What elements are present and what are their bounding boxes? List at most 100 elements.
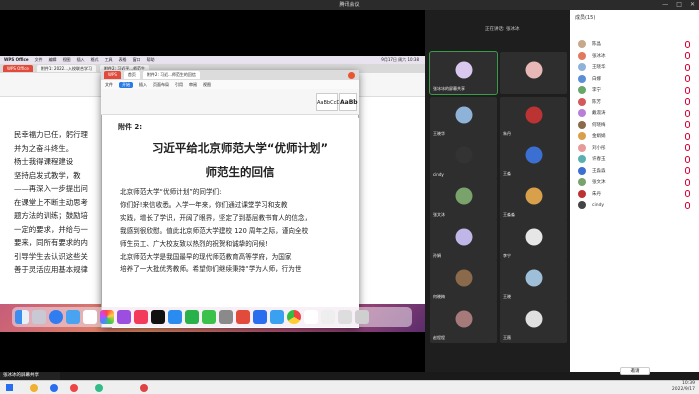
- document-icon[interactable]: [338, 310, 352, 324]
- member-row[interactable]: 许春玉: [578, 153, 696, 165]
- video-tile[interactable]: 何晓梅: [430, 260, 497, 302]
- podcasts-icon[interactable]: [117, 310, 131, 324]
- app-taskbar-icon[interactable]: [70, 384, 78, 392]
- member-row[interactable]: 刘小彤: [578, 142, 696, 154]
- mic-muted-icon[interactable]: [685, 132, 690, 140]
- video-tile[interactable]: 王晓华: [430, 97, 497, 139]
- mic-muted-icon[interactable]: [685, 155, 690, 163]
- video-tile[interactable]: 王晓: [500, 260, 567, 302]
- video-tile[interactable]: cindy: [430, 137, 497, 179]
- menubar-item[interactable]: 编辑: [49, 56, 57, 64]
- wechat-icon[interactable]: [185, 310, 199, 324]
- member-row[interactable]: 张文沐: [578, 176, 696, 188]
- member-row[interactable]: 李宁: [578, 84, 696, 96]
- member-row[interactable]: 陈晶: [578, 38, 696, 50]
- meeting-taskbar-icon[interactable]: [50, 384, 58, 392]
- video-tile[interactable]: 李宁: [500, 219, 567, 261]
- menu-file[interactable]: 文件: [105, 82, 113, 88]
- video-tile[interactable]: 张文沐: [430, 178, 497, 220]
- menubar-item[interactable]: WPS Office: [4, 56, 29, 64]
- video-tile[interactable]: 张冰冰的屏幕共享: [429, 51, 498, 95]
- close-icon[interactable]: [348, 71, 355, 79]
- tv-icon[interactable]: [151, 310, 165, 324]
- member-row[interactable]: 金娟娟: [578, 130, 696, 142]
- menubar-item[interactable]: 表格: [119, 56, 127, 64]
- menubar-item[interactable]: 插入: [77, 56, 85, 64]
- style-sample[interactable]: AaBb: [339, 93, 358, 111]
- finder-icon[interactable]: [15, 310, 29, 324]
- mic-muted-icon[interactable]: [685, 40, 690, 48]
- video-tile[interactable]: [500, 52, 567, 94]
- video-tile[interactable]: 孙娟: [430, 219, 497, 261]
- front-doc-tab[interactable]: 附件2: 习近...师范生的回信: [142, 71, 200, 79]
- back-doc-tab[interactable]: WPS Office: [3, 65, 33, 72]
- mic-muted-icon[interactable]: [685, 98, 690, 105]
- menubar-item[interactable]: 帮助: [147, 56, 155, 64]
- minimize-button[interactable]: —: [662, 0, 668, 10]
- member-row[interactable]: 王淼淼: [578, 165, 696, 177]
- trash-icon[interactable]: [355, 310, 369, 324]
- mic-muted-icon[interactable]: [685, 75, 690, 82]
- member-row[interactable]: 戴淑涛: [578, 107, 696, 119]
- menubar-item[interactable]: 文件: [35, 56, 43, 64]
- meeting-icon[interactable]: [253, 310, 267, 324]
- chrome-icon[interactable]: [287, 310, 301, 324]
- app-store-icon[interactable]: [168, 310, 182, 324]
- maximize-button[interactable]: □: [676, 0, 682, 10]
- member-row[interactable]: 王晓华: [578, 61, 696, 73]
- back-doc-tab[interactable]: 附件1: 2022...入校联合学习: [36, 65, 97, 72]
- mic-muted-icon[interactable]: [685, 167, 690, 174]
- style-sample[interactable]: AaBbCcDd: [316, 93, 343, 111]
- front-doc-tab[interactable]: 首页: [123, 71, 140, 79]
- member-row[interactable]: 何晓梅: [578, 119, 696, 131]
- menu-review[interactable]: 审阅: [189, 82, 197, 88]
- menu-layout[interactable]: 页面布局: [153, 82, 169, 88]
- settings-icon[interactable]: [219, 310, 233, 324]
- mic-muted-icon[interactable]: [685, 109, 690, 117]
- music-icon[interactable]: [134, 310, 148, 324]
- member-row[interactable]: 张冰冰: [578, 50, 696, 62]
- video-tile[interactable]: 王薇: [500, 301, 567, 343]
- mail-icon[interactable]: [66, 310, 80, 324]
- menubar-item[interactable]: 格式: [91, 56, 99, 64]
- menubar-item[interactable]: 窗口: [133, 56, 141, 64]
- member-row[interactable]: 白娜: [578, 73, 696, 85]
- explorer-icon[interactable]: [30, 384, 38, 392]
- mic-muted-icon[interactable]: [685, 144, 690, 151]
- app-taskbar-icon[interactable]: [95, 384, 103, 392]
- mic-muted-icon[interactable]: [685, 190, 690, 197]
- menu-reference[interactable]: 引用: [175, 82, 183, 88]
- video-tile[interactable]: 朱丹: [500, 97, 567, 139]
- calendar-icon[interactable]: [83, 310, 97, 324]
- front-doc-tab[interactable]: WPS: [104, 71, 121, 79]
- safari-icon[interactable]: [49, 310, 63, 324]
- video-tile[interactable]: 王淼淼: [500, 178, 567, 220]
- invite-button[interactable]: 邀请: [620, 367, 650, 375]
- mic-muted-icon[interactable]: [685, 52, 690, 59]
- document-icon[interactable]: [304, 310, 318, 324]
- member-row[interactable]: 陈芳: [578, 96, 696, 108]
- mic-muted-icon[interactable]: [685, 121, 690, 128]
- mic-muted-icon[interactable]: [685, 86, 690, 94]
- app-taskbar-icon[interactable]: [140, 384, 148, 392]
- menubar-item[interactable]: 视图: [63, 56, 71, 64]
- video-tile[interactable]: 王淼: [500, 137, 567, 179]
- messages-icon[interactable]: [202, 310, 216, 324]
- start-icon[interactable]: [6, 384, 13, 391]
- document-icon[interactable]: [321, 310, 335, 324]
- close-button[interactable]: ✕: [690, 0, 695, 10]
- member-row[interactable]: cindy: [578, 199, 696, 211]
- photos-icon[interactable]: [100, 310, 114, 324]
- menubar-item[interactable]: 工具: [105, 56, 113, 64]
- wps-icon[interactable]: [236, 310, 250, 324]
- member-row[interactable]: 朱丹: [578, 188, 696, 200]
- menu-insert[interactable]: 插入: [139, 82, 147, 88]
- mic-muted-icon[interactable]: [685, 201, 690, 209]
- menu-home[interactable]: 开始: [119, 81, 133, 88]
- menu-view[interactable]: 视图: [203, 82, 211, 88]
- mic-muted-icon[interactable]: [685, 63, 690, 71]
- launchpad-icon[interactable]: [32, 310, 46, 324]
- keynote-icon[interactable]: [270, 310, 284, 324]
- mic-muted-icon[interactable]: [685, 178, 690, 186]
- video-tile[interactable]: 赵程程: [430, 301, 497, 343]
